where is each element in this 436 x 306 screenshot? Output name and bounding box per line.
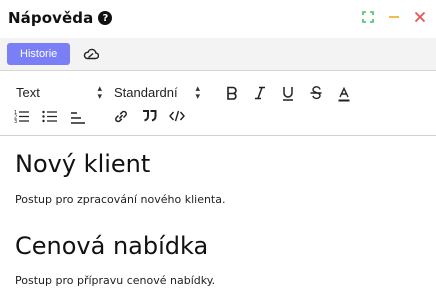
window-titlebar: Nápověda ? xyxy=(0,0,436,36)
editor-content[interactable]: Nový klient Postup pro zpracování nového… xyxy=(0,137,436,306)
close-icon[interactable] xyxy=(413,10,427,24)
window-controls xyxy=(361,10,427,24)
block-format-value: Text xyxy=(16,84,40,100)
formatting-toolbar: Text ▴ ▾ Standardní ▴ ▾ 123 xyxy=(0,72,436,136)
ordered-list-icon[interactable]: 123 xyxy=(13,107,31,125)
help-icon[interactable]: ? xyxy=(98,11,113,25)
bullet-list-icon[interactable] xyxy=(41,107,59,125)
select-arrows-icon: ▴ ▾ xyxy=(195,83,200,101)
section-text: Postup pro zpracování nového klienta. xyxy=(15,193,226,206)
cloud-icon[interactable] xyxy=(82,45,100,63)
link-icon[interactable] xyxy=(112,107,130,125)
text-color-icon[interactable] xyxy=(335,85,353,103)
italic-icon[interactable] xyxy=(251,84,269,102)
section-heading: Cenová nabídka xyxy=(15,232,209,260)
underline-icon[interactable] xyxy=(279,84,297,102)
strikethrough-icon[interactable] xyxy=(307,84,325,102)
font-size-select[interactable]: Standardní ▴ ▾ xyxy=(114,83,200,101)
select-arrows-icon: ▴ ▾ xyxy=(97,83,102,101)
minimize-icon[interactable] xyxy=(387,10,401,24)
font-size-value: Standardní xyxy=(114,84,178,100)
align-icon[interactable] xyxy=(69,109,87,127)
section-heading: Nový klient xyxy=(15,150,151,178)
block-format-select[interactable]: Text ▴ ▾ xyxy=(16,83,102,101)
window-title: Nápověda xyxy=(8,9,94,27)
section-text: Postup pro přípravu cenové nabídky. xyxy=(15,274,216,287)
history-button[interactable]: Historie xyxy=(7,43,71,65)
bold-icon[interactable] xyxy=(223,84,241,102)
quote-icon[interactable] xyxy=(140,107,158,125)
code-icon[interactable] xyxy=(168,107,186,125)
tab-bar: Historie xyxy=(0,38,436,71)
svg-text:3: 3 xyxy=(14,119,17,123)
expand-icon[interactable] xyxy=(361,10,375,24)
